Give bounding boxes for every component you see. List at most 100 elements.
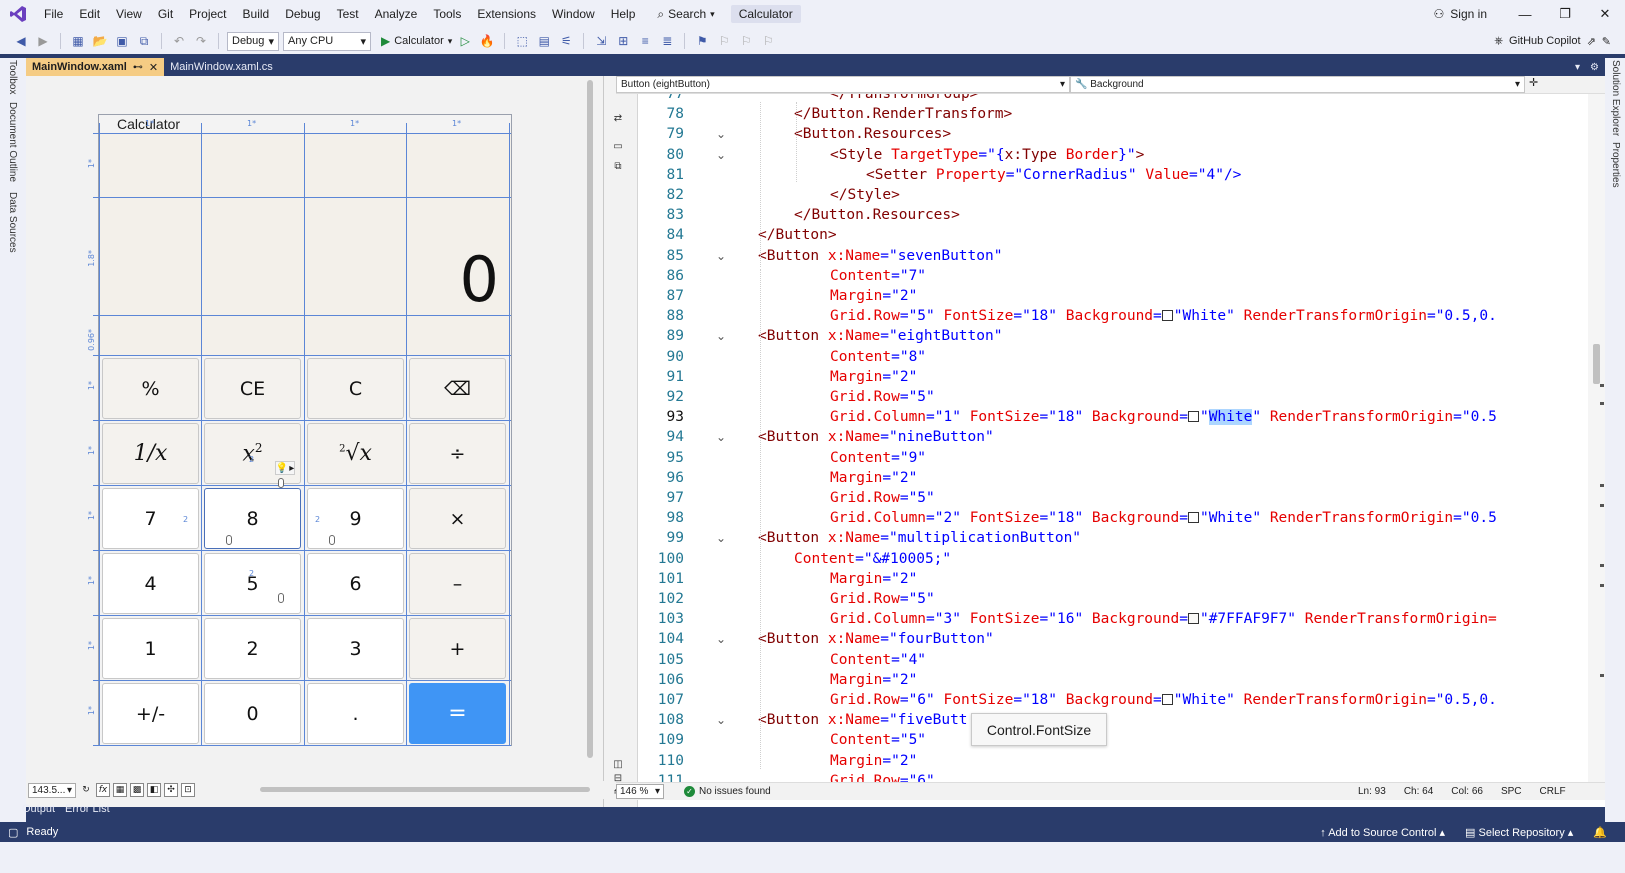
device-icon[interactable]: ⊡ bbox=[181, 783, 195, 797]
tab-list-icon[interactable]: ▾ bbox=[1575, 62, 1580, 73]
code-line[interactable]: 98 Grid.Column="2" FontSize="18" Backgrou… bbox=[638, 508, 1588, 529]
minimize-button[interactable]: — bbox=[1505, 0, 1545, 28]
filter-icon[interactable]: ⚟ bbox=[557, 32, 575, 50]
negate-button[interactable]: +/- bbox=[102, 683, 199, 744]
code-line[interactable]: 90 Content="8" bbox=[638, 347, 1588, 368]
code-line[interactable]: 88 Grid.Row="5" FontSize="18" Background=… bbox=[638, 306, 1588, 327]
code-line[interactable]: 101 Margin="2" bbox=[638, 569, 1588, 590]
equals-button[interactable]: = bbox=[409, 683, 506, 744]
code-line[interactable]: 104 ⌄ <Button x:Name="fourButton" bbox=[638, 629, 1588, 650]
scroll-thumb[interactable] bbox=[1593, 344, 1600, 384]
designer-vertical-scrollbar[interactable] bbox=[586, 80, 594, 760]
grid-icon[interactable]: ▦ bbox=[113, 783, 127, 797]
data-sources-tab[interactable]: Data Sources bbox=[7, 192, 18, 253]
fold-chevron-icon[interactable]: ⌄ bbox=[716, 145, 726, 166]
github-copilot-button[interactable]: ⎈ GitHub Copilot ⇗ ✎ bbox=[1494, 28, 1611, 54]
code-line[interactable]: 86 Content="7" bbox=[638, 266, 1588, 287]
code-line[interactable]: 97 Grid.Row="5" bbox=[638, 488, 1588, 509]
feedback-icon[interactable]: ✎ bbox=[1602, 35, 1611, 48]
collapse-pane-icon[interactable]: ▭ bbox=[610, 138, 626, 154]
code-line[interactable]: 110 Margin="2" bbox=[638, 751, 1588, 772]
tab-mainwindow-xaml[interactable]: MainWindow.xaml ⊷ ✕ bbox=[26, 58, 165, 76]
code-line[interactable]: 95 Content="9" bbox=[638, 448, 1588, 469]
eight-button[interactable]: 8 bbox=[204, 488, 301, 549]
refresh-icon[interactable]: ↻ bbox=[79, 783, 93, 797]
close-button[interactable]: ✕ bbox=[1585, 0, 1625, 28]
four-button[interactable]: 4 bbox=[102, 553, 199, 614]
code-line[interactable]: 82 </Style> bbox=[638, 185, 1588, 206]
zero-button[interactable]: 0 bbox=[204, 683, 301, 744]
menu-file[interactable]: File bbox=[36, 0, 71, 28]
code-line[interactable]: 107 Grid.Row="6" FontSize="18" Background… bbox=[638, 690, 1588, 711]
menu-project[interactable]: Project bbox=[181, 0, 234, 28]
resize-handle[interactable] bbox=[329, 535, 335, 545]
solution-explorer-tab[interactable]: Solution Explorer bbox=[1610, 60, 1621, 136]
menu-debug[interactable]: Debug bbox=[277, 0, 328, 28]
member-dropdown[interactable]: 🔧 Background ▾ bbox=[1070, 76, 1525, 93]
resize-handle[interactable] bbox=[278, 478, 284, 488]
code-line[interactable]: 89 ⌄ <Button x:Name="eightButton" bbox=[638, 326, 1588, 347]
code-line[interactable]: 99 ⌄ <Button x:Name="multiplicationButton" bbox=[638, 528, 1588, 549]
fold-chevron-icon[interactable]: ⌄ bbox=[716, 124, 726, 145]
element-dropdown[interactable]: Button (eightButton) ▾ bbox=[616, 76, 1070, 93]
divide-button[interactable]: ÷ bbox=[409, 423, 506, 484]
share-icon[interactable]: ⇗ bbox=[1587, 35, 1596, 48]
code-line[interactable]: 92 Grid.Row="5" bbox=[638, 387, 1588, 408]
five-button[interactable]: 5 bbox=[204, 553, 301, 614]
back-icon[interactable]: ◀ bbox=[12, 32, 30, 50]
uncomment-icon[interactable]: ≣ bbox=[658, 32, 676, 50]
clear-entry-button[interactable]: CE bbox=[204, 358, 301, 419]
fold-chevron-icon[interactable]: ⌄ bbox=[716, 528, 726, 549]
multiply-button[interactable]: × bbox=[409, 488, 506, 549]
line-ending[interactable]: CRLF bbox=[1540, 786, 1566, 797]
browser-link-icon[interactable]: ⬚ bbox=[513, 32, 531, 50]
code-line[interactable]: 94 ⌄ <Button x:Name="nineButton" bbox=[638, 427, 1588, 448]
close-icon[interactable]: ✕ bbox=[149, 61, 158, 74]
decimal-button[interactable]: . bbox=[307, 683, 404, 744]
code-line[interactable]: 105 Content="4" bbox=[638, 650, 1588, 671]
start-without-debugging-icon[interactable]: ▷ bbox=[456, 32, 474, 50]
resize-handle[interactable] bbox=[278, 593, 284, 603]
sign-in-button[interactable]: ⚇ Sign in bbox=[1416, 7, 1505, 21]
char-number[interactable]: Ch: 64 bbox=[1404, 786, 1433, 797]
properties-tab[interactable]: Properties bbox=[1610, 142, 1621, 188]
restore-button[interactable]: ❐ bbox=[1545, 0, 1585, 28]
forward-icon[interactable]: ▶ bbox=[34, 32, 52, 50]
code-line[interactable]: 93 Grid.Column="1" FontSize="18" Backgrou… bbox=[638, 407, 1588, 428]
grid-row-size-label[interactable]: 1* bbox=[87, 641, 96, 650]
snap-grid-icon[interactable]: ▩ bbox=[130, 783, 144, 797]
start-debugging-button[interactable]: ▶ Calculator ▾ bbox=[381, 34, 452, 48]
code-line[interactable]: 109 Content="5" bbox=[638, 730, 1588, 751]
resize-handle[interactable] bbox=[226, 535, 232, 545]
artboard-icon[interactable]: ◧ bbox=[147, 783, 161, 797]
menu-test[interactable]: Test bbox=[329, 0, 367, 28]
fold-chevron-icon[interactable]: ⌄ bbox=[716, 326, 726, 347]
code-line[interactable]: 81 <Setter Property="CornerRadius" Value=… bbox=[638, 165, 1588, 186]
search-button[interactable]: ⌕ Search ▾ bbox=[649, 3, 722, 25]
code-line[interactable]: 102 Grid.Row="5" bbox=[638, 589, 1588, 610]
configuration-select[interactable]: Debug ▾ bbox=[227, 31, 279, 51]
grid-column-size-label[interactable]: 1* bbox=[350, 119, 359, 128]
grid-row-size-label[interactable]: 1* bbox=[87, 446, 96, 455]
nine-button[interactable]: 9 bbox=[307, 488, 404, 549]
editor-vertical-scrollbar[interactable] bbox=[1588, 94, 1605, 784]
code-line[interactable]: 85 ⌄ <Button x:Name="sevenButton" bbox=[638, 246, 1588, 267]
code-line[interactable]: 78 </Button.RenderTransform> bbox=[638, 104, 1588, 125]
fold-chevron-icon[interactable]: ⌄ bbox=[716, 427, 726, 448]
comment-icon[interactable]: ≡ bbox=[636, 32, 654, 50]
menu-git[interactable]: Git bbox=[150, 0, 181, 28]
redo-icon[interactable]: ↷ bbox=[192, 32, 210, 50]
snap-lines-icon[interactable]: ✣ bbox=[164, 783, 178, 797]
color-swatch-icon[interactable] bbox=[1161, 694, 1173, 705]
code-text-area[interactable]: 77 </TransformGroup> 78 </Button.RenderTran… bbox=[638, 94, 1588, 784]
hot-reload-icon[interactable]: 🔥 bbox=[478, 32, 496, 50]
subtract-button[interactable]: – bbox=[409, 553, 506, 614]
code-line[interactable]: 106 Margin="2" bbox=[638, 670, 1588, 691]
prev-bookmark-icon[interactable]: ⚐ bbox=[715, 32, 733, 50]
designer-horizontal-scrollbar[interactable] bbox=[240, 785, 600, 793]
six-button[interactable]: 6 bbox=[307, 553, 404, 614]
code-line[interactable]: 79 ⌄ <Button.Resources> bbox=[638, 124, 1588, 145]
menu-edit[interactable]: Edit bbox=[71, 0, 108, 28]
document-outline-tab[interactable]: Document Outline bbox=[7, 102, 18, 182]
platform-select[interactable]: Any CPU ▾ bbox=[283, 31, 371, 51]
